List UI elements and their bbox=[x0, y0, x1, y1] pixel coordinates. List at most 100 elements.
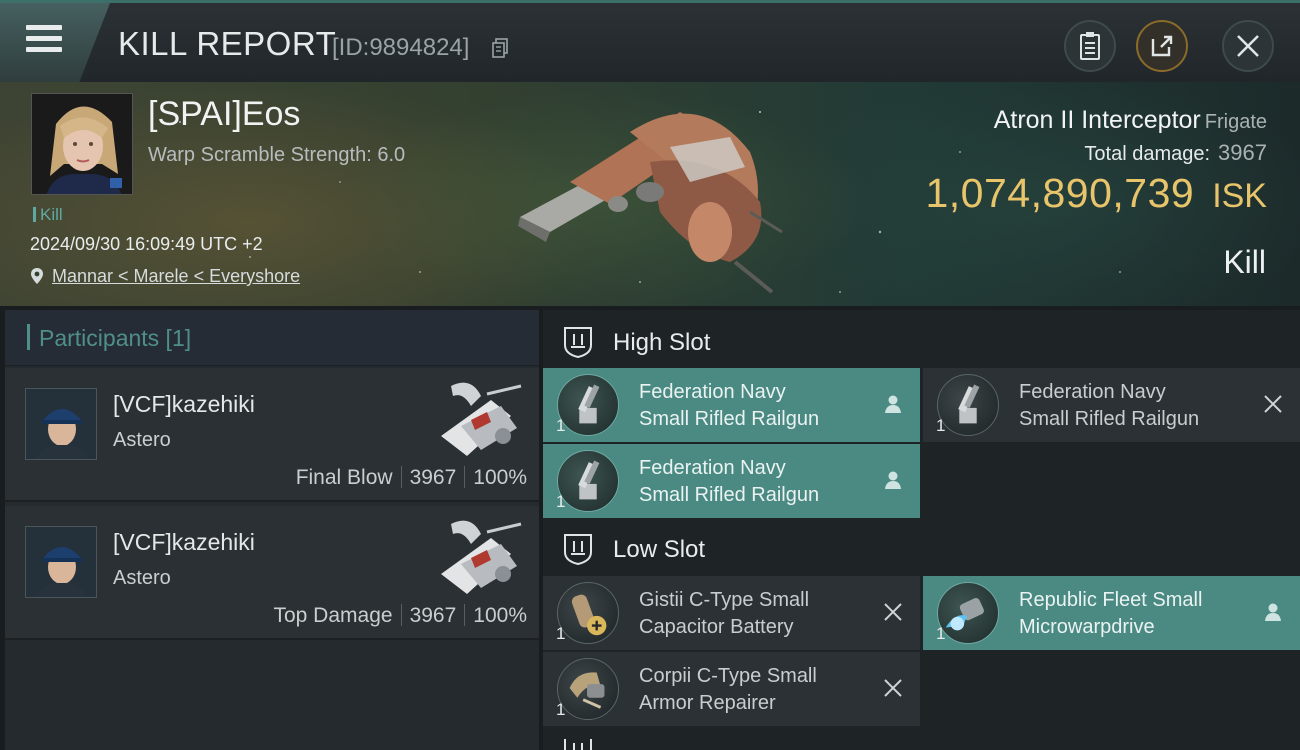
hamburger-icon[interactable] bbox=[26, 25, 62, 59]
x-icon bbox=[1264, 395, 1282, 413]
clipboard-button[interactable] bbox=[1064, 20, 1116, 72]
participant-row[interactable]: [VCF]kazehiki Astero Final Blow 3967 100% bbox=[5, 368, 539, 502]
header-accent-bar bbox=[27, 324, 30, 350]
divider bbox=[400, 466, 402, 488]
isk-unit: ISK bbox=[1212, 177, 1267, 215]
shield-slot-icon bbox=[564, 327, 592, 359]
next-slot-header-partial bbox=[543, 735, 1300, 750]
total-damage-value: 3967 bbox=[1218, 140, 1267, 165]
x-icon bbox=[884, 679, 902, 697]
module-item[interactable]: 1 Republic Fleet Small Microwarpdrive bbox=[923, 576, 1300, 650]
railgun-icon bbox=[937, 374, 999, 436]
copy-icon[interactable] bbox=[492, 38, 508, 58]
page-title: KILL REPORT bbox=[118, 25, 337, 62]
total-damage: Total damage: 3967 bbox=[1084, 140, 1267, 166]
participant-damage: 3967 bbox=[409, 466, 457, 489]
report-id: [ID:9894824] bbox=[332, 34, 470, 61]
railgun-icon bbox=[557, 374, 619, 436]
victim-ship[interactable]: Atron II Interceptor Frigate bbox=[994, 106, 1267, 135]
participant-avatar[interactable] bbox=[25, 388, 97, 460]
module-name-line1: Corpii C-Type Small bbox=[639, 665, 817, 687]
module-quantity: 1 bbox=[556, 624, 566, 643]
victim-pilot-name[interactable]: [SPAI]Eos bbox=[148, 95, 300, 134]
isk-amount: 1,074,890,739 bbox=[925, 170, 1195, 216]
victim-ship-class: Frigate bbox=[1204, 111, 1267, 133]
module-name: Republic Fleet Small Microwarpdrive bbox=[1019, 587, 1202, 641]
high-slot-header: High Slot bbox=[543, 314, 1300, 370]
participant-name[interactable]: [VCF]kazehiki bbox=[113, 391, 255, 418]
victim-banner: [SPAI]Eos Warp Scramble Strength: 6.0 Ki… bbox=[0, 82, 1300, 306]
kill-location[interactable]: Mannar < Marele < Everyshore bbox=[30, 266, 300, 287]
share-button[interactable] bbox=[1136, 20, 1188, 72]
module-item[interactable]: 1 Gistii C-Type Small Capacitor Battery bbox=[543, 576, 920, 650]
clipboard-icon bbox=[1080, 32, 1100, 60]
participant-stats: Top Damage 3967 100% bbox=[273, 604, 527, 628]
divider bbox=[464, 466, 466, 488]
victim-avatar[interactable] bbox=[31, 93, 133, 195]
divider bbox=[464, 604, 466, 626]
participants-panel: Participants [1] [VCF]kazehiki Astero Fi… bbox=[5, 310, 539, 750]
kill-datetime: 2024/09/30 16:09:49 UTC +2 bbox=[30, 234, 263, 254]
high-slot-label: High Slot bbox=[613, 329, 711, 356]
close-icon bbox=[1237, 35, 1259, 57]
participant-percent: 100% bbox=[473, 604, 527, 627]
module-name-line2: Armor Repairer bbox=[639, 692, 776, 714]
participant-ship: Astero bbox=[113, 567, 171, 589]
module-name-line1: Republic Fleet Small bbox=[1019, 589, 1203, 611]
location-link[interactable]: Mannar < Marele < Everyshore bbox=[52, 266, 300, 286]
person-icon bbox=[885, 471, 901, 489]
participant-role: Top Damage bbox=[273, 604, 393, 627]
kill-tag: Kill bbox=[33, 205, 63, 225]
participant-portrait-icon bbox=[26, 527, 96, 597]
module-name-line2: Capacitor Battery bbox=[639, 616, 794, 638]
module-item[interactable]: 1 Corpii C-Type Small Armor Repairer bbox=[543, 652, 920, 726]
person-icon bbox=[1265, 603, 1281, 621]
module-name-line1: Gistii C-Type Small bbox=[639, 589, 810, 611]
fitting-panel: High Slot 1 Federation Navy Small Rifled … bbox=[543, 310, 1300, 750]
module-quantity: 1 bbox=[936, 624, 946, 643]
module-name-line1: Federation Navy bbox=[639, 457, 786, 479]
module-name-line2: Microwarpdrive bbox=[1019, 616, 1155, 638]
x-icon bbox=[884, 603, 902, 621]
participants-title: Participants [1] bbox=[39, 325, 192, 351]
participants-header: Participants [1] bbox=[5, 310, 539, 366]
module-name-line2: Small Rifled Railgun bbox=[639, 408, 820, 430]
participant-name[interactable]: [VCF]kazehiki bbox=[113, 529, 255, 556]
low-slot-label: Low Slot bbox=[613, 536, 706, 563]
module-name: Federation Navy Small Rifled Railgun bbox=[639, 455, 819, 509]
share-icon bbox=[1151, 35, 1173, 57]
victim-portrait-icon bbox=[32, 94, 132, 194]
module-name: Corpii C-Type Small Armor Repairer bbox=[639, 663, 817, 717]
module-quantity: 1 bbox=[556, 492, 566, 511]
total-damage-label: Total damage: bbox=[1084, 143, 1211, 165]
participant-avatar[interactable] bbox=[25, 526, 97, 598]
divider bbox=[400, 604, 402, 626]
module-name-line2: Small Rifled Railgun bbox=[639, 484, 820, 506]
participant-damage: 3967 bbox=[409, 604, 457, 627]
module-item[interactable]: 1 Federation Navy Small Rifled Railgun bbox=[923, 368, 1300, 442]
capacitor-battery-icon bbox=[557, 582, 619, 644]
warp-scramble-strength: Warp Scramble Strength: 6.0 bbox=[148, 144, 406, 166]
module-quantity: 1 bbox=[556, 700, 566, 719]
participant-role: Final Blow bbox=[295, 466, 393, 489]
module-item[interactable]: 1 Federation Navy Small Rifled Railgun bbox=[543, 368, 920, 442]
isk-value: 1,074,890,739 ISK bbox=[925, 170, 1267, 217]
kill-result: Kill bbox=[1223, 244, 1266, 280]
module-name: Gistii C-Type Small Capacitor Battery bbox=[639, 587, 809, 641]
railgun-icon bbox=[557, 450, 619, 512]
module-name: Federation Navy Small Rifled Railgun bbox=[639, 379, 819, 433]
close-button[interactable] bbox=[1222, 20, 1274, 72]
module-quantity: 1 bbox=[556, 416, 566, 435]
module-quantity: 1 bbox=[936, 416, 946, 435]
participant-percent: 100% bbox=[473, 466, 527, 489]
participant-ship-image[interactable] bbox=[431, 514, 527, 600]
module-name-line1: Federation Navy bbox=[639, 381, 786, 403]
participant-ship-image[interactable] bbox=[431, 376, 527, 462]
low-slot-header: Low Slot bbox=[543, 521, 1300, 577]
person-icon bbox=[885, 395, 901, 413]
map-pin-icon bbox=[31, 268, 43, 284]
module-name-line1: Federation Navy bbox=[1019, 381, 1166, 403]
module-item[interactable]: 1 Federation Navy Small Rifled Railgun bbox=[543, 444, 920, 518]
participant-row[interactable]: [VCF]kazehiki Astero Top Damage 3967 100% bbox=[5, 506, 539, 640]
top-bar: KILL REPORT [ID:9894824] bbox=[0, 0, 1300, 82]
